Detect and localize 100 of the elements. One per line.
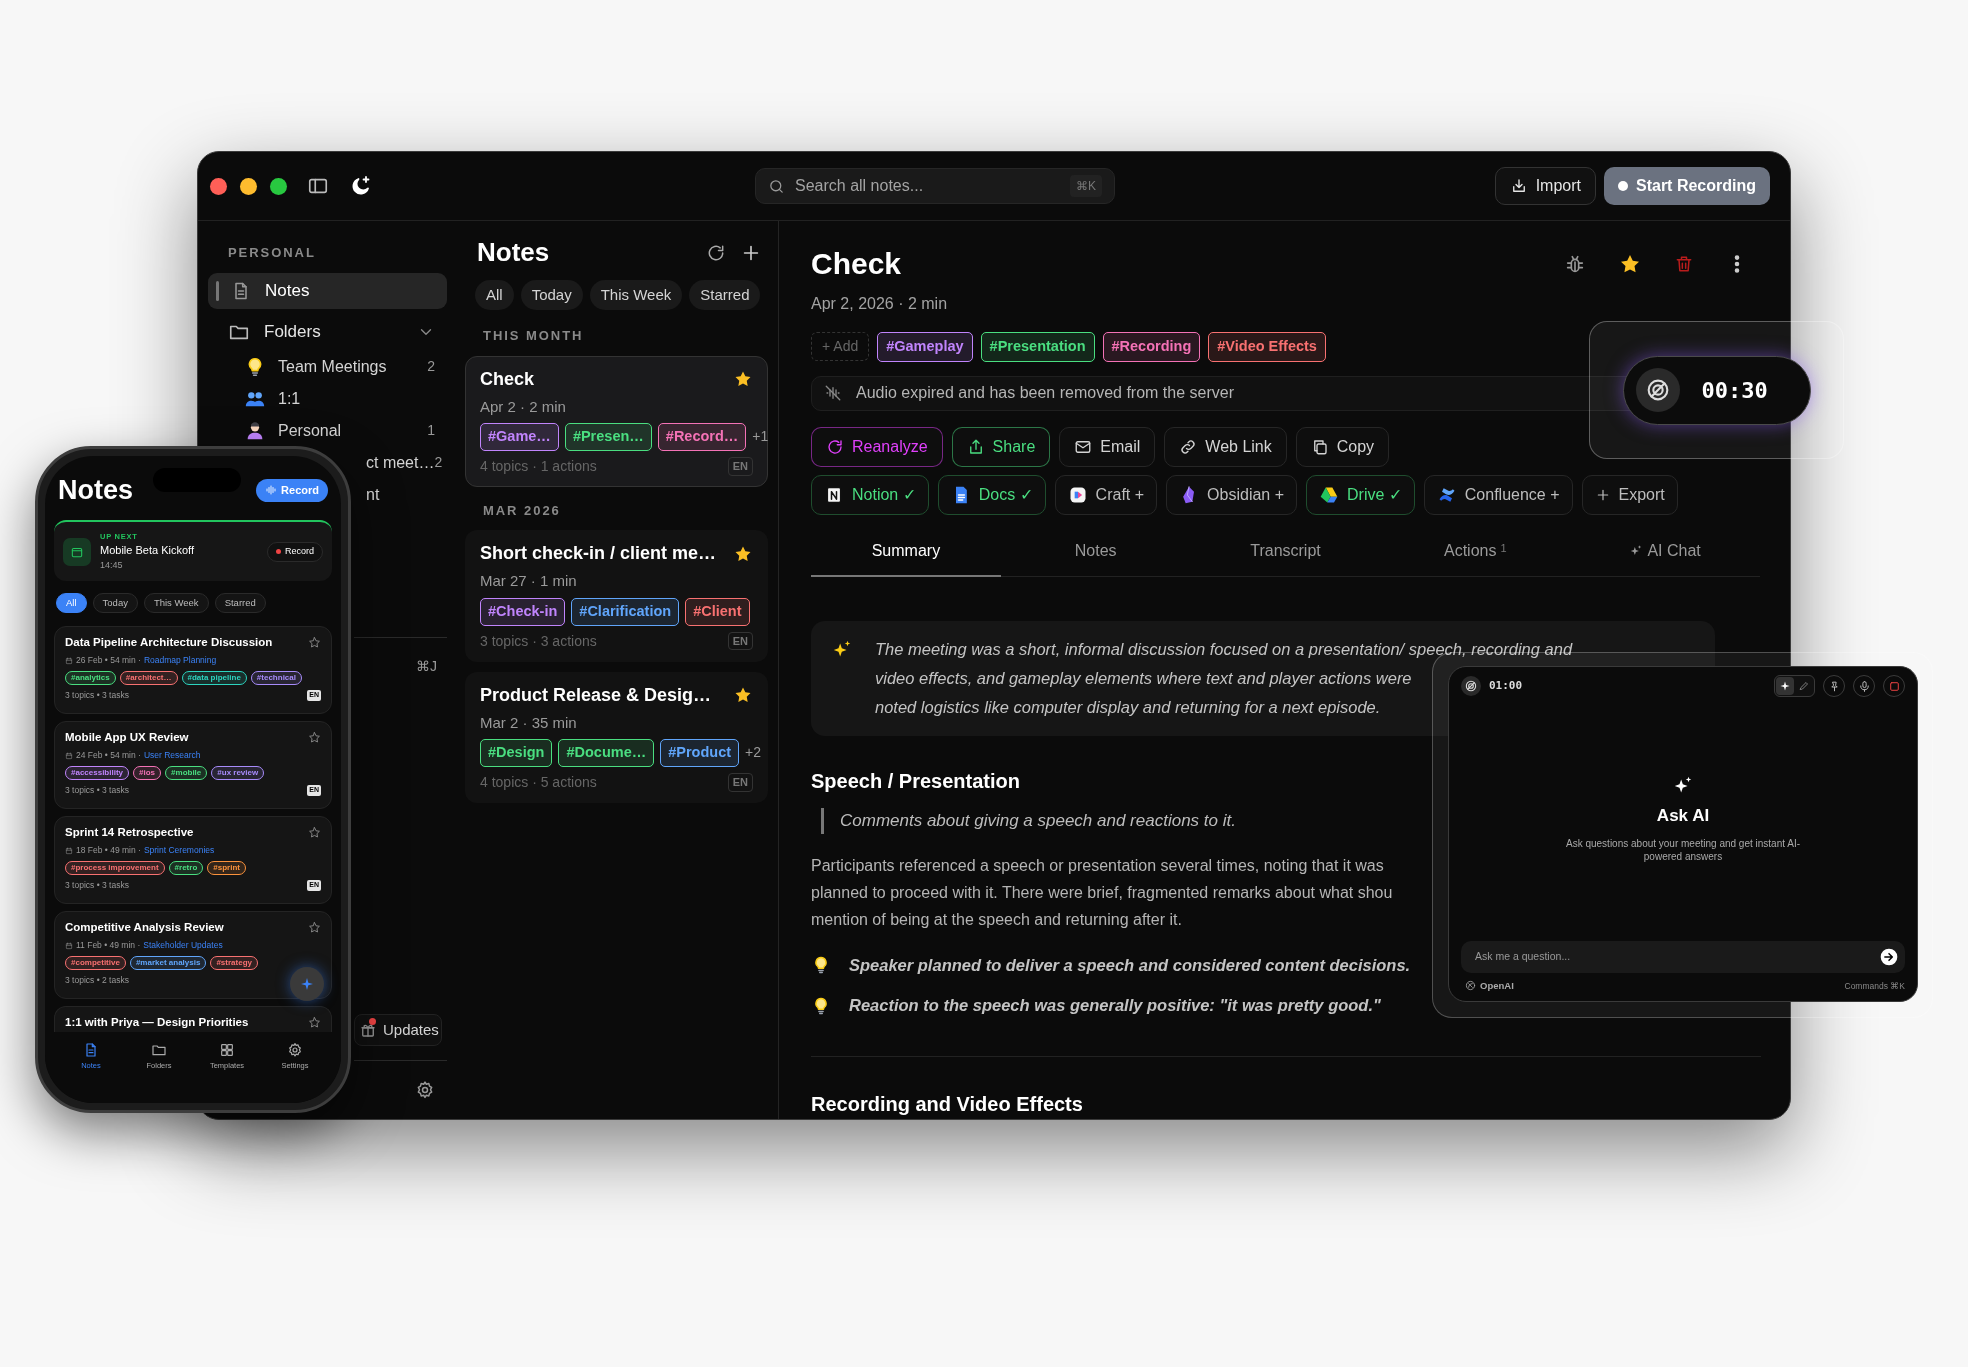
- tag: #retro: [168, 861, 204, 875]
- note-card[interactable]: Short check-in / client me… Mar 27 · 1 min #Check-in #Clarification #Client 3 topics · 3 actions EN: [465, 530, 768, 662]
- record-button[interactable]: Record: [256, 478, 328, 502]
- folders-item[interactable]: Folders: [208, 312, 447, 351]
- search-field[interactable]: Search all notes...: [795, 174, 1060, 198]
- folder-item[interactable]: 1:1: [208, 382, 447, 415]
- key-point: Speaker planned to deliver a speech and considered content decisions.: [849, 954, 1411, 976]
- filter-chip[interactable]: All: [56, 593, 87, 613]
- summary-line: noted logistics like computer display and returning for a next episode.: [875, 697, 1381, 719]
- key-point: Reaction to the speech was generally positive: "it was pretty good.": [849, 995, 1381, 1017]
- question-input[interactable]: Ask me a question...: [1475, 948, 1879, 965]
- star-icon[interactable]: [308, 636, 321, 650]
- action-button[interactable]: Share: [951, 427, 1051, 468]
- filter-chip[interactable]: This Week: [143, 593, 209, 613]
- integration-button[interactable]: Notion ✓: [811, 475, 929, 516]
- filter-chip[interactable]: This Week: [589, 280, 683, 310]
- export-button[interactable]: Export: [1581, 475, 1678, 516]
- integration-button[interactable]: Docs ✓: [937, 475, 1046, 516]
- folder-item[interactable]: Personal 1: [208, 414, 447, 447]
- mode-button[interactable]: [1776, 677, 1794, 695]
- filter-chip[interactable]: Starred: [214, 593, 266, 613]
- action-button[interactable]: Web Link: [1164, 427, 1287, 468]
- note-title: Product Release & Desig…: [480, 683, 713, 707]
- question-field[interactable]: Ask me a question...: [1461, 940, 1905, 973]
- note-stats: 3 topics • 3 tasks: [65, 784, 129, 797]
- settings-icon[interactable]: [415, 1080, 435, 1100]
- filter-chip[interactable]: Starred: [689, 280, 761, 310]
- note-stats: 4 topics · 5 actions: [480, 772, 598, 792]
- folder-item[interactable]: ct meet…2: [366, 446, 447, 479]
- list-title: Notes: [477, 236, 551, 269]
- note-meta: 18 Feb • 49 min ·: [76, 844, 141, 857]
- group-heading: MAR 2026: [482, 501, 562, 520]
- integration-button[interactable]: Craft +: [1054, 475, 1158, 516]
- note-meta: Mar 27 · 1 min: [480, 571, 578, 592]
- minimize-button[interactable]: [240, 177, 257, 195]
- note-card[interactable]: Product Release & Desig… Mar 2 · 35 min #Design #Docume… #Product +2 4 topics · 5 actions EN: [465, 671, 768, 803]
- maximize-button[interactable]: [270, 177, 287, 195]
- note-stats: 3 topics · 3 actions: [480, 631, 598, 651]
- filter-chip[interactable]: Today: [92, 593, 138, 613]
- note-card[interactable]: 1:1 with Priya — Design Priorities: [54, 1006, 332, 1032]
- action-button[interactable]: Copy: [1295, 427, 1390, 468]
- note-card[interactable]: Competitive Analysis Review 11 Feb • 49 min · Stakeholder Updates #competitive #market analysis #strategy 3 topics • 2 tasks: [54, 911, 332, 999]
- tag: #Video Effects: [1208, 332, 1326, 362]
- folder-item[interactable]: nt: [366, 478, 447, 511]
- grid-icon: [219, 1042, 235, 1058]
- waveform-icon: [265, 484, 278, 496]
- folder-item[interactable]: Team Meetings 2: [208, 350, 447, 383]
- tag: #market analysis: [129, 956, 207, 970]
- language-badge: EN: [727, 457, 753, 476]
- note-meta: 26 Feb • 54 min ·: [76, 654, 141, 667]
- star-icon[interactable]: [308, 921, 321, 935]
- calendar-icon: [65, 656, 73, 665]
- note-meta: Mar 2 · 35 min: [480, 712, 578, 733]
- quote: Comments about giving a speech and reactions to it.: [821, 808, 1236, 834]
- search-bar[interactable]: Search all notes... ⌘K: [755, 168, 1115, 204]
- send-icon[interactable]: [1879, 946, 1899, 967]
- star-icon[interactable]: [308, 1016, 321, 1030]
- action-button[interactable]: Reanalyze: [811, 427, 943, 468]
- folder-link[interactable]: Sprint Ceremonies: [143, 844, 215, 857]
- folder-link[interactable]: User Research: [143, 749, 201, 762]
- tab[interactable]: Notes: [1000, 539, 1191, 578]
- action-button[interactable]: Email: [1059, 427, 1156, 468]
- tag: #Design: [480, 739, 553, 767]
- shortcut-hint: ⌘K: [1070, 175, 1102, 197]
- more-count: +1: [752, 427, 769, 447]
- note-card[interactable]: Check Apr 2 · 2 min #Game… #Presen… #Record… +1 4 topics · 1 actions EN: [465, 355, 768, 487]
- import-button[interactable]: Import: [1494, 167, 1596, 205]
- tab[interactable]: Transcript: [1190, 539, 1381, 578]
- star-icon[interactable]: [308, 826, 321, 840]
- record-button[interactable]: Record: [267, 541, 323, 562]
- integration-button[interactable]: Confluence +: [1423, 475, 1573, 516]
- filter-chip[interactable]: Today: [520, 280, 583, 310]
- pen-icon: [1798, 680, 1810, 692]
- folder-icon: [151, 1042, 167, 1058]
- panel-subtitle: Ask questions about your meeting and get instant AI-powered answers: [1564, 836, 1801, 863]
- note-stats: 3 topics • 3 tasks: [65, 689, 129, 702]
- folder-link[interactable]: Roadmap Planning: [143, 654, 217, 667]
- tag: #sprint: [207, 861, 246, 875]
- panel-title: Ask AI: [1656, 805, 1710, 828]
- note-meta: Apr 2, 2026 · 2 min: [811, 294, 949, 314]
- tab[interactable]: Summary: [811, 539, 1001, 578]
- shortcut-hint: Commands ⌘K: [1844, 979, 1905, 993]
- sidebar-item[interactable]: Notes: [208, 272, 447, 309]
- tab[interactable]: Actions 1: [1380, 539, 1571, 578]
- tag: #architect…: [119, 671, 178, 685]
- close-button[interactable]: [210, 177, 227, 195]
- integration-button[interactable]: Drive ✓: [1306, 475, 1415, 516]
- language-badge: EN: [727, 631, 753, 651]
- tag: #Presen…: [564, 423, 652, 451]
- tag: #Presentation: [980, 332, 1095, 362]
- timer-text: 00:30: [1701, 376, 1768, 405]
- folder-link[interactable]: Stakeholder Updates: [143, 939, 223, 952]
- integration-button[interactable]: Obsidian +: [1166, 475, 1297, 516]
- timer-text: 01:00: [1489, 677, 1524, 694]
- tag: #mobile: [165, 766, 208, 780]
- updates-button[interactable]: Updates: [354, 1014, 442, 1046]
- start-recording-button[interactable]: Start Recording: [1604, 167, 1770, 205]
- tab[interactable]: AI Chat: [1570, 539, 1760, 578]
- filter-chip[interactable]: All: [475, 280, 514, 310]
- star-icon[interactable]: [308, 731, 321, 745]
